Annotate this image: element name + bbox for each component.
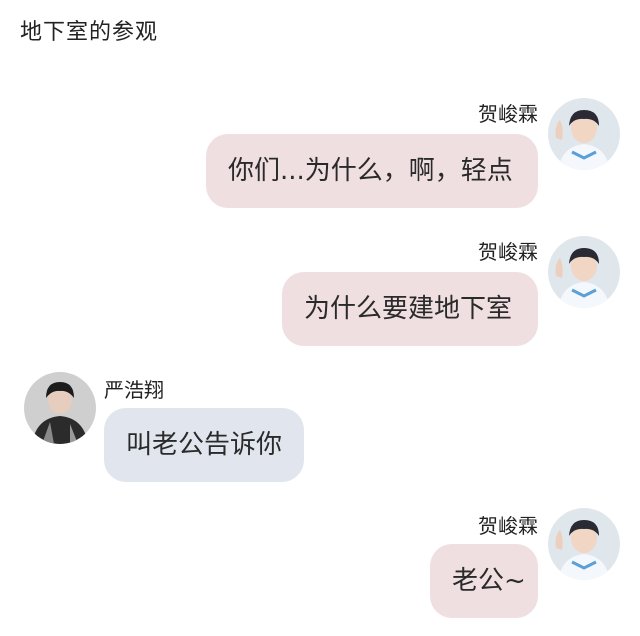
sender-name: 严浩翔	[104, 378, 164, 402]
sender-name: 贺峻霖	[478, 102, 538, 126]
user-avatar-yan-icon[interactable]	[24, 372, 96, 444]
user-avatar-he-icon[interactable]	[548, 98, 620, 170]
user-avatar-he-icon[interactable]	[548, 508, 620, 580]
message-bubble[interactable]: 为什么要建地下室	[282, 272, 538, 346]
user-avatar-he-icon[interactable]	[548, 236, 620, 308]
sender-name: 贺峻霖	[478, 514, 538, 538]
message-bubble[interactable]: 你们...为什么，啊，轻点	[206, 134, 538, 208]
sender-name: 贺峻霖	[478, 240, 538, 264]
chat-title: 地下室的参观	[20, 20, 159, 45]
message-bubble[interactable]: 老公~	[430, 544, 538, 618]
message-bubble[interactable]: 叫老公告诉你	[104, 408, 304, 482]
